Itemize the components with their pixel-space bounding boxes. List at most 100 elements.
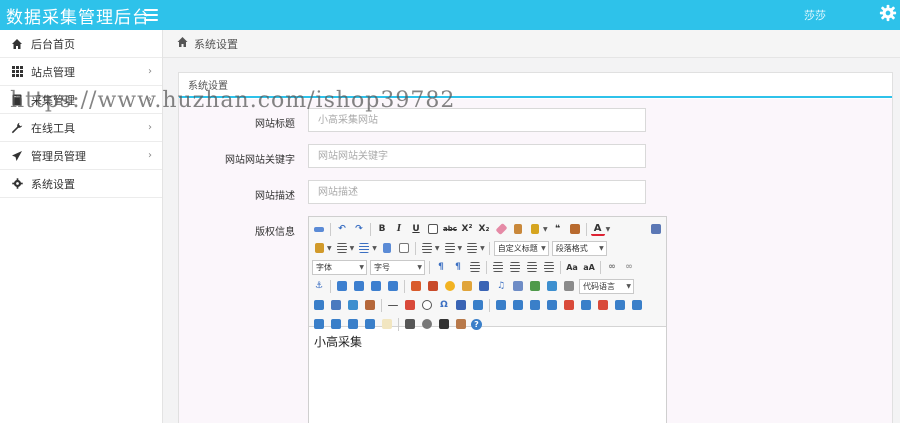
- font-border-icon[interactable]: [426, 222, 440, 236]
- align-right-icon[interactable]: [525, 260, 539, 274]
- merge-cells-icon[interactable]: [613, 298, 627, 312]
- music-icon[interactable]: ♫: [494, 279, 508, 293]
- paste-plain-icon[interactable]: [568, 222, 582, 236]
- insert-col-icon[interactable]: [579, 298, 593, 312]
- align-justify-icon[interactable]: [542, 260, 556, 274]
- site-title-input[interactable]: [308, 108, 646, 132]
- image-none-icon[interactable]: [335, 279, 349, 293]
- image-left-icon[interactable]: [352, 279, 366, 293]
- gmap-icon[interactable]: [545, 279, 559, 293]
- select-all-icon[interactable]: [380, 241, 394, 255]
- merge-down-icon[interactable]: [312, 317, 326, 331]
- home-icon[interactable]: [176, 36, 189, 51]
- chevron-down-icon[interactable]: ▼: [327, 245, 332, 252]
- underline-icon[interactable]: U: [409, 222, 423, 236]
- lowercase-icon[interactable]: aA: [582, 260, 596, 274]
- sidebar-item-admins[interactable]: 管理员管理 ›: [0, 142, 162, 170]
- sidebar-item-tools[interactable]: 在线工具 ›: [0, 114, 162, 142]
- insert-image-icon[interactable]: [426, 279, 440, 293]
- drafts-icon[interactable]: [437, 317, 451, 331]
- sidebar-item-collect[interactable]: 采集管理 ›: [0, 86, 162, 114]
- anchor-icon[interactable]: ⚓: [312, 279, 326, 293]
- chevron-down-icon[interactable]: ▼: [543, 226, 548, 233]
- eraser-icon[interactable]: [494, 222, 508, 236]
- charts-icon[interactable]: [380, 317, 394, 331]
- delete-col-icon[interactable]: [596, 298, 610, 312]
- horizontal-rule-icon[interactable]: [386, 298, 400, 312]
- simple-upload-icon[interactable]: [409, 279, 423, 293]
- ordered-list-icon[interactable]: [335, 241, 349, 255]
- user-name[interactable]: 莎莎: [804, 7, 826, 23]
- source-html-icon[interactable]: [312, 222, 326, 236]
- line-height-icon[interactable]: [465, 241, 479, 255]
- merge-right-icon[interactable]: [630, 298, 644, 312]
- blockquote-icon[interactable]: ❝: [551, 222, 565, 236]
- paste-icon[interactable]: [454, 317, 468, 331]
- insert-paragraph-icon[interactable]: [528, 298, 542, 312]
- font-family-select[interactable]: 字体 ▼: [312, 259, 367, 275]
- format-brush-icon[interactable]: [511, 222, 525, 236]
- emotion-icon[interactable]: [443, 279, 457, 293]
- direction-rtl-icon[interactable]: ¶: [451, 260, 465, 274]
- insert-video-icon[interactable]: [477, 279, 491, 293]
- split-rows-icon[interactable]: [346, 317, 360, 331]
- image-right-icon[interactable]: [369, 279, 383, 293]
- split-cols-icon[interactable]: [363, 317, 377, 331]
- snapscreen-icon[interactable]: [363, 298, 377, 312]
- direction-ltr-icon[interactable]: ¶: [434, 260, 448, 274]
- map-icon[interactable]: [528, 279, 542, 293]
- unlink-icon[interactable]: ∞: [622, 260, 636, 274]
- sidebar-item-sites[interactable]: 站点管理 ›: [0, 58, 162, 86]
- strikethrough-icon[interactable]: abc: [443, 222, 457, 236]
- font-size-select[interactable]: 字号 ▼: [370, 259, 425, 275]
- preview-icon[interactable]: [420, 317, 434, 331]
- sidebar-item-settings[interactable]: 系统设置: [0, 170, 162, 198]
- sidebar-item-home[interactable]: 后台首页: [0, 30, 162, 58]
- chevron-down-icon[interactable]: ▼: [435, 245, 440, 252]
- clear-doc-icon[interactable]: [397, 241, 411, 255]
- italic-icon[interactable]: I: [392, 222, 406, 236]
- bold-icon[interactable]: B: [375, 222, 389, 236]
- unordered-list-icon[interactable]: [357, 241, 371, 255]
- chevron-down-icon[interactable]: ▼: [480, 245, 485, 252]
- chevron-down-icon[interactable]: ▼: [458, 245, 463, 252]
- editor-content[interactable]: 小高采集: [309, 327, 666, 356]
- split-cells-icon[interactable]: [329, 317, 343, 331]
- link-icon[interactable]: ∞: [605, 260, 619, 274]
- print-icon[interactable]: [403, 317, 417, 331]
- font-color-icon[interactable]: A: [590, 222, 605, 236]
- superscript-icon[interactable]: X²: [460, 222, 474, 236]
- fullscreen-icon[interactable]: [649, 222, 663, 236]
- uppercase-icon[interactable]: Aa: [565, 260, 579, 274]
- special-chars-icon[interactable]: Ω: [437, 298, 451, 312]
- attachment-icon[interactable]: [511, 279, 525, 293]
- align-left-icon[interactable]: [491, 260, 505, 274]
- image-center-icon[interactable]: [386, 279, 400, 293]
- time-icon[interactable]: [420, 298, 434, 312]
- help-icon[interactable]: ?: [471, 318, 482, 330]
- delete-row-icon[interactable]: [562, 298, 576, 312]
- menu-toggle-icon[interactable]: [144, 9, 158, 21]
- auto-format-icon[interactable]: [528, 222, 542, 236]
- insert-row-icon[interactable]: [545, 298, 559, 312]
- align-center-icon[interactable]: [508, 260, 522, 274]
- background-color-icon[interactable]: [312, 241, 326, 255]
- template-icon[interactable]: [329, 298, 343, 312]
- date-icon[interactable]: [403, 298, 417, 312]
- chevron-down-icon[interactable]: ▼: [372, 245, 377, 252]
- description-input[interactable]: [308, 180, 646, 204]
- delete-table-icon[interactable]: [511, 298, 525, 312]
- indent-icon[interactable]: [468, 260, 482, 274]
- undo-icon[interactable]: ↶: [335, 222, 349, 236]
- insert-frame-icon[interactable]: [562, 279, 576, 293]
- custom-title-select[interactable]: 自定义标题 ▼: [493, 240, 549, 256]
- row-spacing-bottom-icon[interactable]: [443, 241, 457, 255]
- insert-table-icon[interactable]: [494, 298, 508, 312]
- background-icon[interactable]: [346, 298, 360, 312]
- scrawl-icon[interactable]: [460, 279, 474, 293]
- chevron-down-icon[interactable]: ▼: [606, 226, 611, 233]
- chevron-down-icon[interactable]: ▼: [350, 245, 355, 252]
- search-replace-icon[interactable]: [471, 298, 485, 312]
- settings-gear-icon[interactable]: [879, 4, 897, 22]
- keywords-input[interactable]: [308, 144, 646, 168]
